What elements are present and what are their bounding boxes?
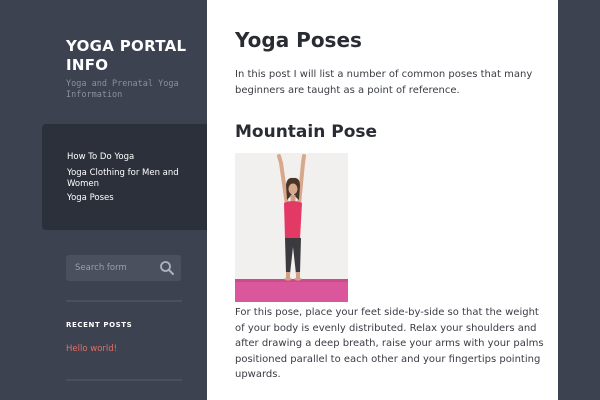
section-heading: Mountain Pose (235, 122, 378, 142)
right-background (558, 0, 600, 400)
site-title[interactable]: YOGA PORTAL INFO (66, 37, 196, 75)
sidebar-divider (66, 300, 182, 302)
recent-post-link[interactable]: Hello world! (66, 344, 117, 354)
recent-posts-title: RECENT POSTS (66, 321, 133, 329)
main-navigation: How To Do Yoga Yoga Clothing for Men and… (42, 124, 207, 230)
post-title: Yoga Poses (235, 28, 362, 52)
sidebar-divider (66, 379, 182, 381)
post-intro: In this post I will list a number of com… (235, 69, 533, 96)
nav-item-yoga-poses[interactable]: Yoga Poses (67, 193, 192, 204)
main-content: Yoga Poses In this post I will list a nu… (207, 0, 558, 400)
nav-item-how-to-do-yoga[interactable]: How To Do Yoga (67, 152, 192, 163)
sidebar: YOGA PORTAL INFO Yoga and Prenatal Yoga … (0, 0, 207, 400)
section-description: For this pose, place your feet side-by-s… (235, 307, 544, 380)
mountain-pose-image (235, 153, 348, 302)
site-description: Yoga and Prenatal Yoga Information (66, 79, 179, 100)
search-icon[interactable] (159, 260, 175, 276)
nav-item-yoga-clothing[interactable]: Yoga Clothing for Men and Women (67, 168, 192, 189)
search-input[interactable] (66, 255, 154, 281)
search-form (66, 255, 181, 281)
